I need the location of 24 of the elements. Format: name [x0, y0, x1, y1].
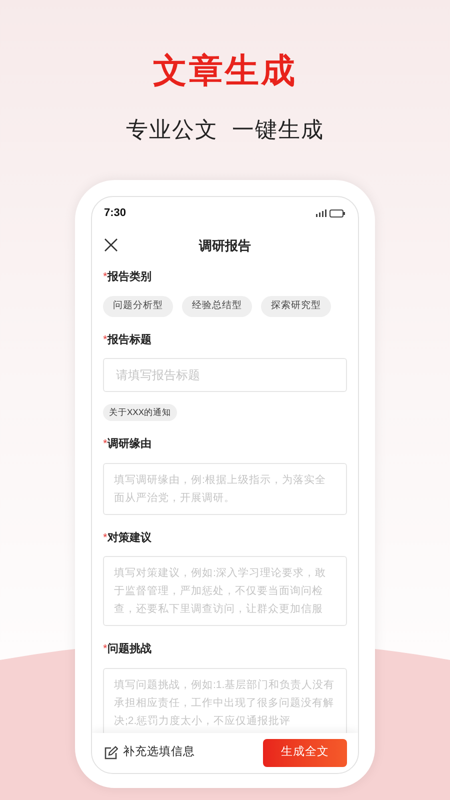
required-mark: *: [103, 271, 108, 285]
category-chip[interactable]: 探索研究型: [261, 296, 331, 316]
hero-subtitle: 专业公文 一键生成: [126, 116, 324, 144]
field-label: 报告类别: [107, 270, 152, 285]
edit-icon: [104, 746, 118, 760]
category-chip[interactable]: 经验总结型: [182, 296, 252, 316]
required-mark: *: [103, 530, 108, 546]
generate-button[interactable]: 生成全文: [263, 739, 347, 767]
signal-battery-icon: [316, 208, 346, 218]
extra-info-button[interactable]: 补充选填信息: [104, 744, 195, 762]
required-mark: *: [103, 438, 108, 452]
close-icon[interactable]: [104, 238, 118, 252]
field-label: 对策建议: [107, 530, 152, 546]
required-mark: *: [103, 332, 108, 348]
status-time: 7:30: [104, 206, 126, 221]
title-input-field[interactable]: 请填写报告标题: [103, 358, 347, 392]
hero-title: 文章生成: [153, 51, 297, 92]
category-chip[interactable]: 问题分析型: [103, 296, 173, 316]
field-label: 调研缘由: [107, 436, 152, 452]
required-mark: *: [103, 642, 108, 657]
suggestion-chip[interactable]: 关于XXX的通知: [103, 404, 178, 421]
page-title: 调研报告: [198, 236, 252, 254]
field-label: 报告标题: [107, 332, 152, 348]
field-label: 问题挑战: [107, 642, 152, 657]
